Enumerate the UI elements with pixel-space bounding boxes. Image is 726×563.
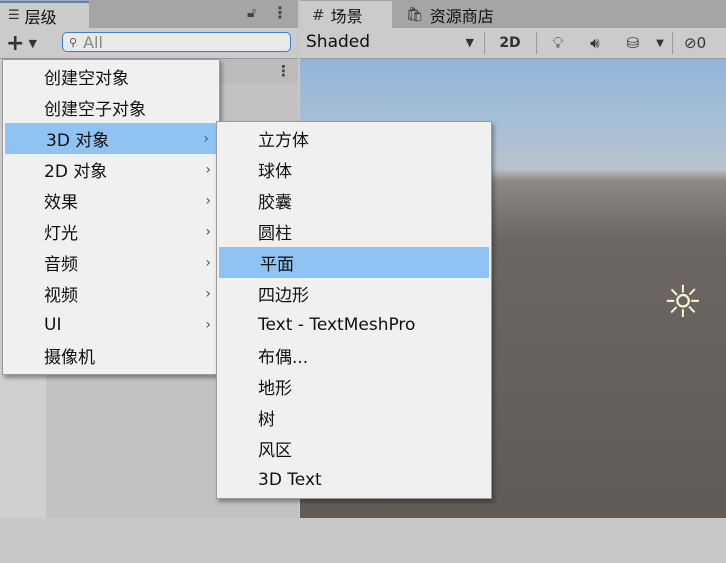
submenu-3d-item-label: 立方体 xyxy=(258,131,309,151)
create-menu-item-label: UI xyxy=(44,314,62,335)
create-menu-item-label: 创建空对象 xyxy=(44,69,129,89)
shading-mode-dropdown[interactable]: Shaded ▼ xyxy=(306,30,478,54)
submenu-3d-item-label: 3D Text xyxy=(258,469,322,490)
chevron-down-icon: ▼ xyxy=(465,35,474,49)
submenu-3d-item-label: 风区 xyxy=(258,441,292,461)
grid-icon: # xyxy=(312,5,325,24)
search-icon: ⚲ xyxy=(69,35,78,49)
create-menu-item[interactable]: 3D 对象 › xyxy=(5,123,217,154)
submenu-3d-item[interactable]: 立方体 xyxy=(217,123,491,154)
watermark: https://blog.csdn.net/weixin_43673589 xyxy=(443,548,665,563)
shading-mode-value: Shaded xyxy=(306,32,371,52)
submenu-3d-item[interactable]: 3D Text xyxy=(217,464,491,495)
create-menu-item[interactable]: 视频 › xyxy=(3,278,219,309)
create-menu-item[interactable]: 2D 对象 › xyxy=(3,154,219,185)
plus-icon: + xyxy=(6,30,25,56)
hierarchy-tab-bar: ☰ 层级 🔓︎ ⋮ xyxy=(0,0,298,28)
lock-icon[interactable]: 🔓︎ xyxy=(247,5,256,21)
create-menu-item[interactable]: 灯光 › xyxy=(3,216,219,247)
chevron-right-icon: › xyxy=(205,316,211,333)
search-placeholder: All xyxy=(83,32,103,52)
submenu-3d-item-label: Text - TextMeshPro xyxy=(258,314,416,335)
submenu-3d-item-label: 平面 xyxy=(260,255,294,275)
create-menu-item-label: 3D 对象 xyxy=(46,131,110,151)
hidden-count: 0 xyxy=(696,34,707,52)
chevron-right-icon: › xyxy=(205,161,211,178)
tab-scene-label: 场景 xyxy=(330,6,363,26)
submenu-3d-item-label: 胶囊 xyxy=(258,193,292,213)
create-menu-item[interactable]: 音频 › xyxy=(3,247,219,278)
submenu-3d-item-label: 四边形 xyxy=(258,286,309,306)
submenu-3d-item-label: 地形 xyxy=(258,379,292,399)
create-menu-item[interactable]: 创建空子对象 xyxy=(3,92,219,123)
create-menu-item[interactable]: 摄像机 xyxy=(3,340,219,371)
create-menu-item[interactable]: UI › xyxy=(3,309,219,340)
create-menu-item-label: 创建空子对象 xyxy=(44,100,146,120)
chevron-down-icon: ▼ xyxy=(28,36,37,50)
submenu-3d-item[interactable]: 圆柱 xyxy=(217,216,491,247)
chevron-down-icon[interactable]: ▼ xyxy=(654,31,666,55)
submenu-3d-object: 立方体球体胶囊圆柱平面四边形 Text - TextMeshPro 布偶... 地形树… xyxy=(216,121,492,499)
submenu-3d-item-label: 球体 xyxy=(258,162,292,182)
create-menu-item[interactable]: 效果 › xyxy=(3,185,219,216)
submenu-3d-item[interactable]: 球体 xyxy=(217,154,491,185)
more-options-icon[interactable]: ⋮ xyxy=(272,3,288,22)
create-menu-item-label: 2D 对象 xyxy=(44,162,108,182)
tab-hierarchy[interactable]: ☰ 层级 xyxy=(0,1,89,28)
chevron-right-icon: › xyxy=(205,285,211,302)
divider xyxy=(672,32,673,54)
scene-toolbar: Shaded ▼ 2D 💡︎ 🔊︎ ⛁ ▼ ⊘ 0 xyxy=(300,28,726,59)
hidden-objects-toggle[interactable]: ⊘ 0 xyxy=(684,31,726,55)
submenu-3d-item-label: 树 xyxy=(258,410,275,430)
eye-slash-icon: ⊘ xyxy=(684,34,697,52)
submenu-3d-item[interactable]: 平面 xyxy=(219,247,489,278)
submenu-3d-item[interactable]: 布偶... xyxy=(217,340,491,371)
toggle-2d-button[interactable]: 2D xyxy=(496,31,524,55)
chevron-right-icon: › xyxy=(205,254,211,271)
hierarchy-toolbar: + ▼ ⚲ All xyxy=(0,28,298,59)
divider xyxy=(484,32,485,54)
submenu-3d-item[interactable]: 四边形 xyxy=(217,278,491,309)
chevron-right-icon: › xyxy=(205,192,211,209)
speaker-icon[interactable]: 🔊︎ xyxy=(584,31,606,55)
search-input[interactable]: ⚲ All xyxy=(62,32,291,52)
tab-hierarchy-label: 层级 xyxy=(24,7,57,27)
tab-scene[interactable]: # 场景 xyxy=(300,1,392,28)
create-menu-item-label: 效果 xyxy=(44,193,78,213)
submenu-3d-item[interactable]: Text - TextMeshPro xyxy=(217,309,491,340)
directional-light-sun-icon[interactable]: ☼ xyxy=(660,277,706,328)
tab-asset-store[interactable]: 🛍︎ 资源商店 xyxy=(398,1,518,28)
chevron-right-icon: › xyxy=(205,223,211,240)
submenu-3d-item-label: 圆柱 xyxy=(258,224,292,244)
list-icon: ☰ xyxy=(8,8,20,23)
create-menu-item-label: 音频 xyxy=(44,255,78,275)
create-menu-item-label: 摄像机 xyxy=(44,348,95,368)
tab-asset-store-label: 资源商店 xyxy=(429,6,494,26)
add-object-button[interactable]: + ▼ xyxy=(6,30,48,56)
lightbulb-icon[interactable]: 💡︎ xyxy=(548,31,568,55)
shopping-bag-icon: 🛍︎ xyxy=(406,6,424,23)
submenu-3d-item-label: 布偶... xyxy=(258,348,309,368)
chevron-right-icon: › xyxy=(203,130,209,147)
submenu-3d-item[interactable]: 胶囊 xyxy=(217,185,491,216)
submenu-3d-item[interactable]: 风区 xyxy=(217,433,491,464)
submenu-3d-item[interactable]: 地形 xyxy=(217,371,491,402)
create-menu-item[interactable]: 创建空对象 xyxy=(3,61,219,92)
create-menu-item-label: 视频 xyxy=(44,286,78,306)
effects-layers-icon[interactable]: ⛁ xyxy=(620,31,646,55)
row-more-icon[interactable]: ⋮ xyxy=(276,62,291,80)
submenu-3d-item[interactable]: 树 xyxy=(217,402,491,433)
scene-tab-bar: # 场景 🛍︎ 资源商店 xyxy=(300,0,726,28)
divider xyxy=(536,32,537,54)
create-menu: 创建空对象创建空子对象 3D 对象 › 2D 对象 › 效果 › 灯光 › 音频 › 视频 › UI › 摄像… xyxy=(2,59,220,375)
create-menu-item-label: 灯光 xyxy=(44,224,78,244)
